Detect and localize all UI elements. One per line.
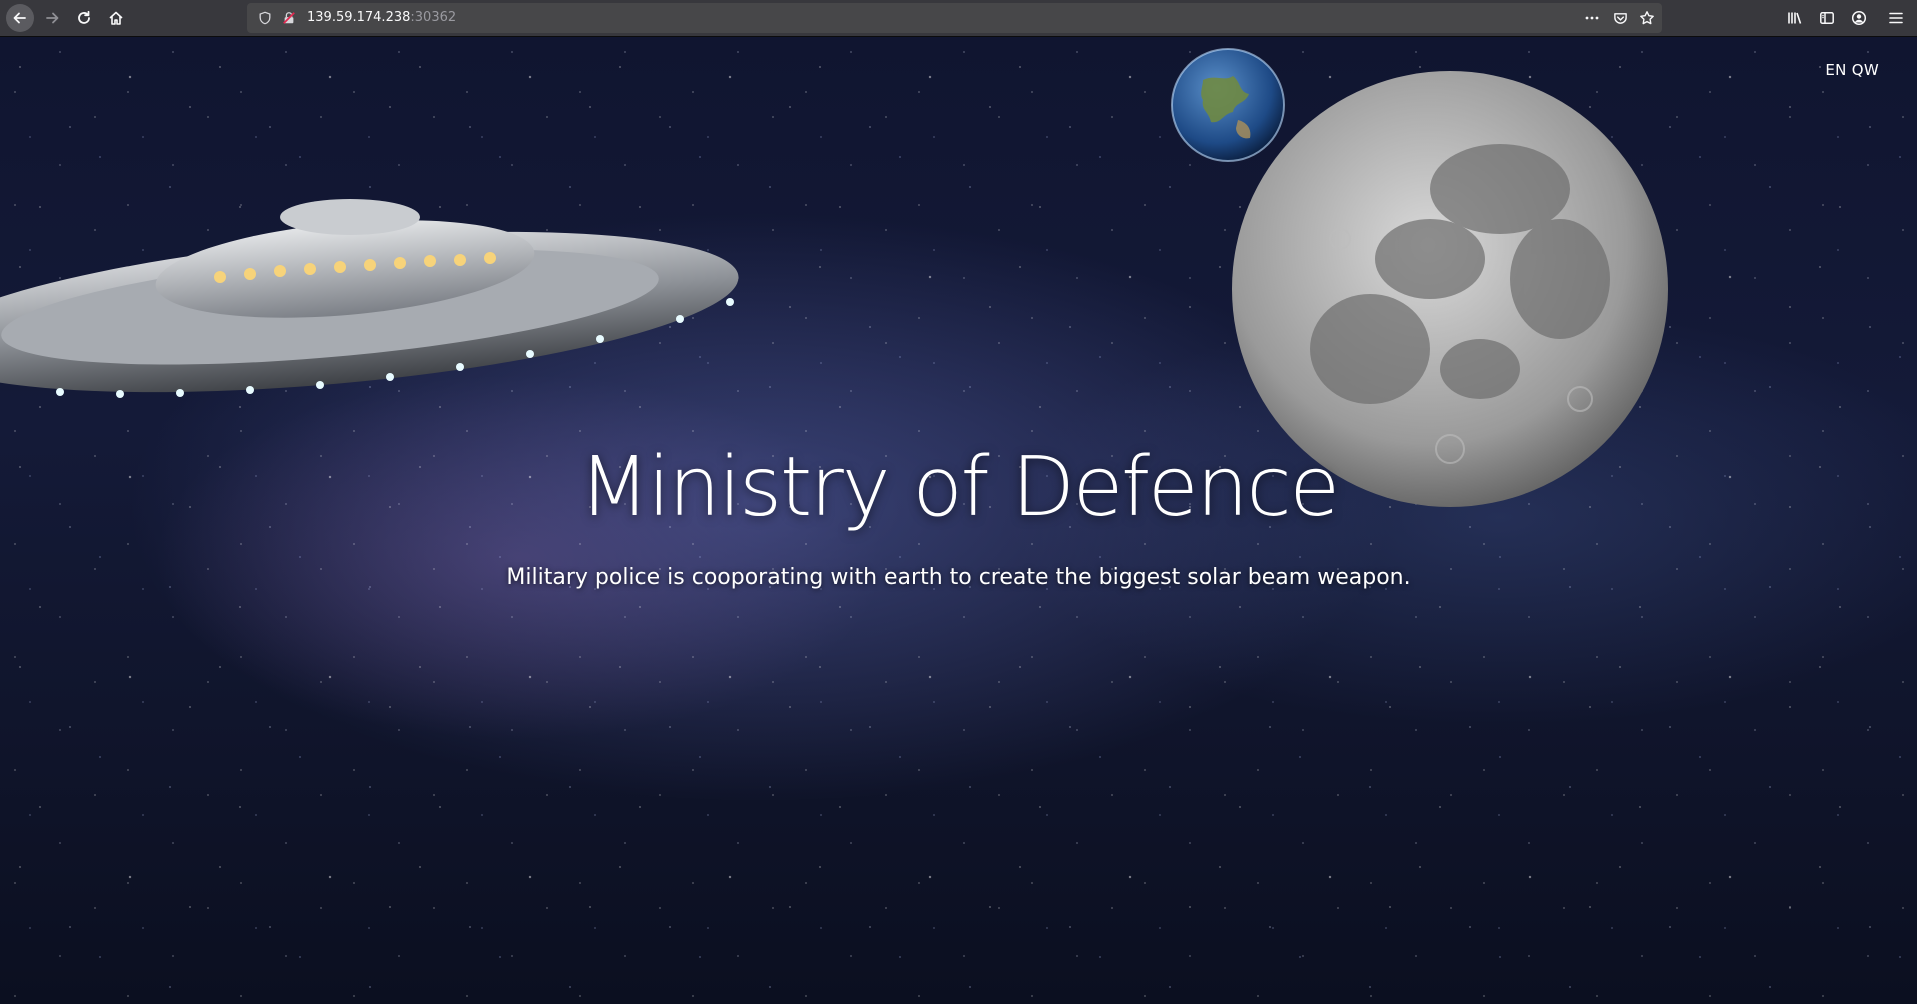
- language-switch[interactable]: EN QW: [1825, 61, 1879, 79]
- sidebar-icon: [1819, 10, 1835, 26]
- account-icon: [1851, 10, 1867, 26]
- bookmark-star-icon[interactable]: [1637, 8, 1657, 28]
- home-button[interactable]: [102, 4, 130, 32]
- back-button[interactable]: [6, 4, 34, 32]
- home-icon: [108, 10, 124, 26]
- url-host: 139.59.174.238: [307, 10, 411, 25]
- reload-button[interactable]: [70, 4, 98, 32]
- page-viewport: EN QW Ministry of Defence Military polic…: [0, 37, 1917, 1004]
- url-bar[interactable]: 139.59.174.238:30362: [247, 3, 1662, 33]
- forward-button[interactable]: [38, 4, 66, 32]
- menu-button[interactable]: [1882, 4, 1910, 32]
- sidebar-button[interactable]: [1813, 4, 1841, 32]
- browser-toolbar: 139.59.174.238:30362: [0, 0, 1917, 37]
- reload-icon: [76, 10, 92, 26]
- insecure-lock-icon[interactable]: [279, 8, 299, 28]
- back-arrow-icon: [12, 10, 28, 26]
- url-port: :30362: [410, 10, 457, 25]
- page-title: Ministry of Defence: [579, 440, 1340, 535]
- library-button[interactable]: [1781, 4, 1809, 32]
- ufo-image: [0, 199, 739, 398]
- pocket-icon[interactable]: [1610, 8, 1630, 28]
- url-text: 139.59.174.238:30362: [307, 3, 456, 33]
- tracking-shield-icon[interactable]: [255, 8, 275, 28]
- forward-arrow-icon: [44, 10, 60, 26]
- hamburger-menu-icon: [1888, 10, 1904, 26]
- more-actions-icon[interactable]: [1582, 8, 1602, 28]
- account-button[interactable]: [1845, 4, 1873, 32]
- library-icon: [1787, 10, 1803, 26]
- page-subtitle: Military police is cooporating with eart…: [506, 565, 1411, 590]
